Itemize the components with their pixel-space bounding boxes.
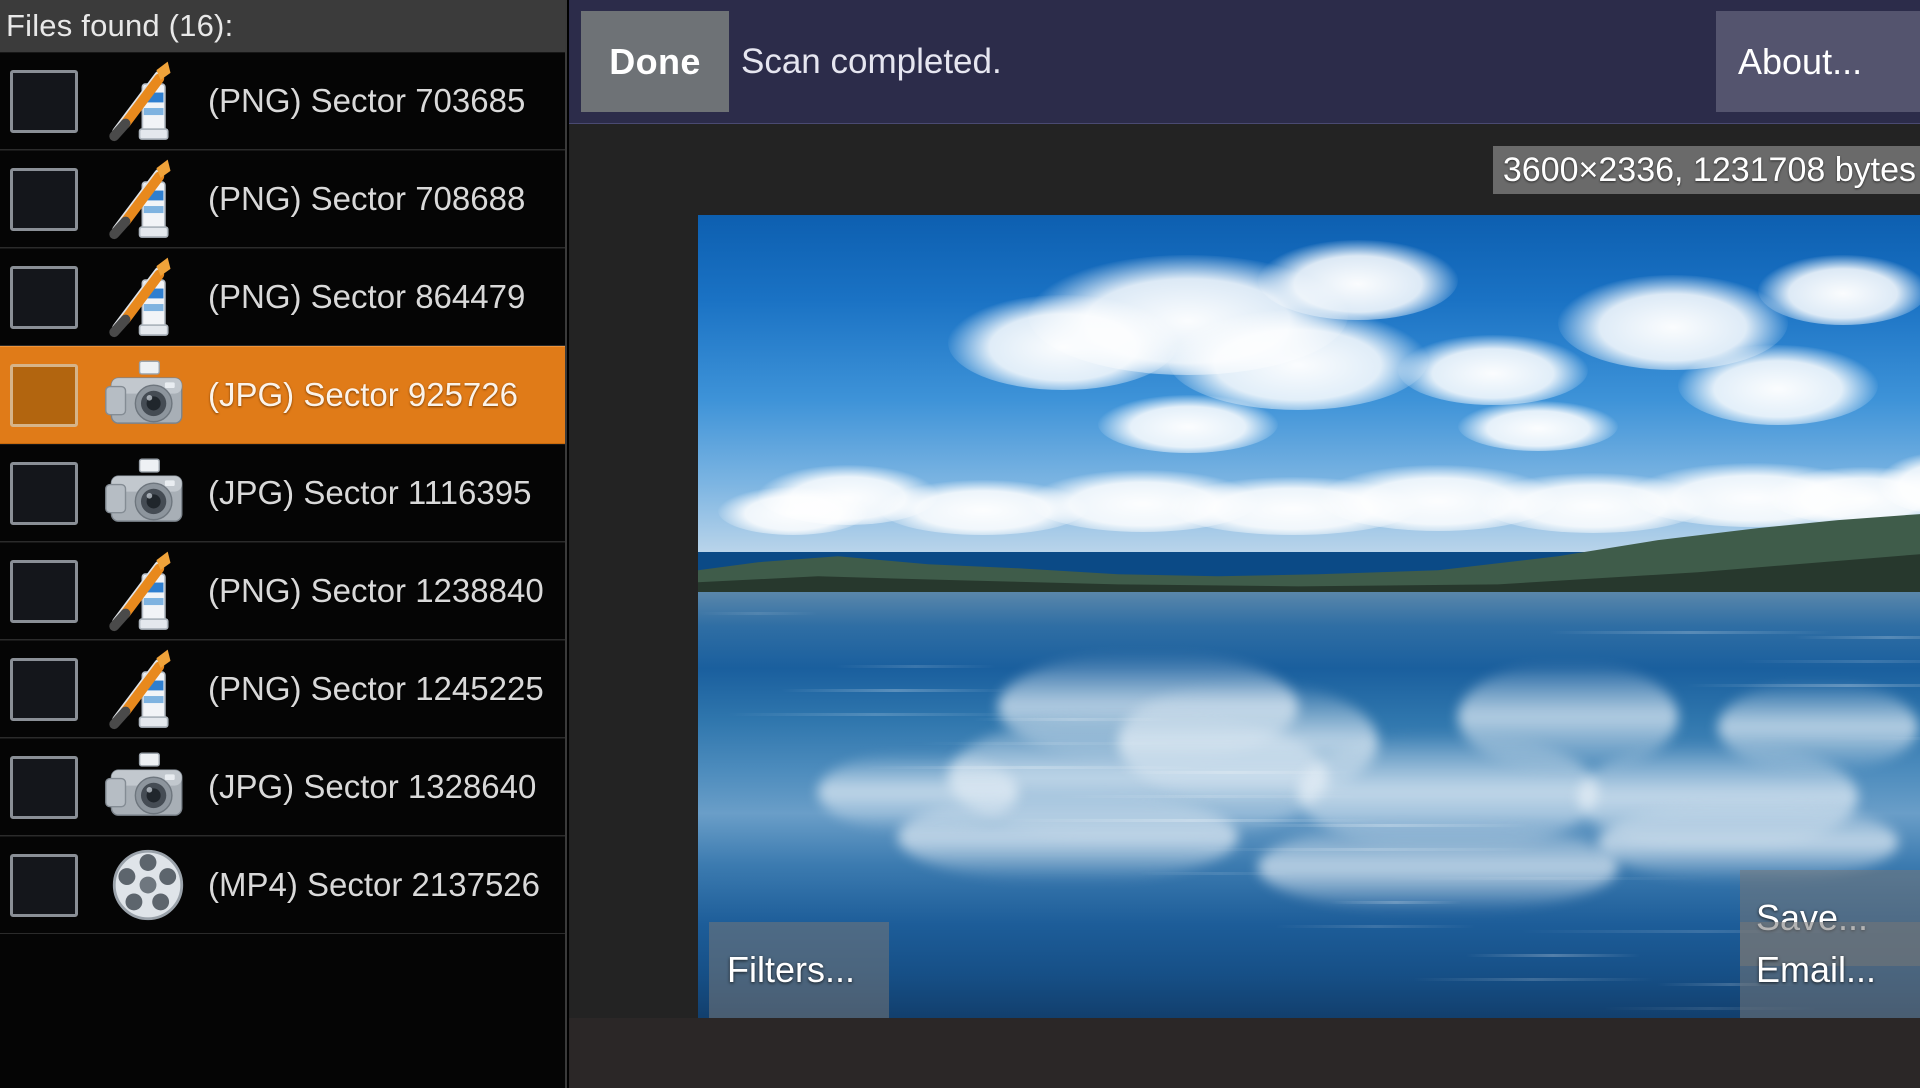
file-checkbox[interactable]: [10, 363, 78, 427]
cloud: [1758, 255, 1920, 325]
file-checkbox[interactable]: [10, 755, 78, 819]
done-button[interactable]: Done: [581, 11, 729, 112]
email-button[interactable]: Email...: [1740, 922, 1920, 1018]
file-label: (PNG) Sector 864479: [208, 278, 526, 315]
reflection: [818, 752, 1018, 833]
water-streak: [864, 766, 1202, 770]
water-streak: [972, 718, 1174, 722]
about-button[interactable]: About...: [1716, 11, 1920, 112]
water-streak: [1138, 872, 1298, 876]
file-label: (JPG) Sector 1328640: [208, 768, 537, 805]
png-file-icon: [100, 546, 196, 636]
file-label: (MP4) Sector 2137526: [208, 866, 541, 903]
hills-silhouette: [698, 514, 1920, 601]
file-list-item[interactable]: (PNG) Sector 864479: [0, 248, 565, 346]
water-streak: [918, 742, 1188, 746]
cloud: [1678, 345, 1878, 425]
app-window: Files found (16): (PNG) Sector 703685 (PN…: [0, 0, 1920, 1088]
scan-status-text: Scan completed.: [741, 42, 1002, 81]
file-checkbox[interactable]: [10, 461, 78, 525]
png-file-icon: [100, 56, 196, 146]
file-label: (PNG) Sector 1245225: [208, 670, 544, 707]
water-streak: [1412, 978, 1654, 982]
water-streak: [1383, 877, 1708, 881]
water-streak: [1246, 824, 1530, 828]
file-checkbox[interactable]: [10, 69, 78, 133]
top-toolbar: Done Scan completed. About...: [569, 0, 1920, 124]
file-checkbox[interactable]: [10, 657, 78, 721]
files-found-header: Files found (16):: [0, 0, 565, 52]
cloud: [948, 295, 1178, 390]
water-streak: [727, 713, 1024, 717]
cloud: [1258, 240, 1458, 320]
water-streak: [1192, 848, 1544, 852]
file-list-item[interactable]: (PNG) Sector 708688: [0, 150, 565, 248]
preview-panel: Done Scan completed. About... 3600×2336,…: [569, 0, 1920, 1088]
water-streak: [698, 612, 818, 616]
png-file-icon: [100, 644, 196, 734]
jpg-camera-icon: [100, 350, 196, 440]
water-streak: [1794, 636, 1920, 640]
water-streak: [1275, 925, 1476, 929]
reflection: [1718, 682, 1918, 773]
file-checkbox[interactable]: [10, 853, 78, 917]
file-list-item[interactable]: (JPG) Sector 1116395: [0, 444, 565, 542]
water-streak: [1549, 631, 1832, 635]
image-preview[interactable]: Filters... Save... Email...: [698, 215, 1920, 1018]
file-list-item[interactable]: (JPG) Sector 1328640: [0, 738, 565, 836]
png-file-icon: [100, 252, 196, 342]
file-list-item[interactable]: (JPG) Sector 925726: [0, 346, 565, 444]
water-streak: [1055, 795, 1366, 799]
png-file-icon: [100, 154, 196, 244]
file-checkbox[interactable]: [10, 167, 78, 231]
water-streak: [1740, 660, 1920, 664]
water-streak: [781, 689, 1010, 693]
water-streak: [1466, 954, 1640, 958]
file-list-item[interactable]: (MP4) Sector 2137526: [0, 836, 565, 934]
filters-button[interactable]: Filters...: [709, 922, 889, 1018]
water-streak: [1823, 737, 1920, 741]
water-streak: [1329, 901, 1462, 905]
file-label: (JPG) Sector 925726: [208, 376, 518, 413]
water-streak: [835, 665, 996, 669]
panel-footer: [569, 1018, 1920, 1088]
file-label: (PNG) Sector 1238840: [208, 572, 544, 609]
file-label: (JPG) Sector 1116395: [208, 474, 532, 511]
file-checkbox[interactable]: [10, 265, 78, 329]
file-list-item[interactable]: (PNG) Sector 1245225: [0, 640, 565, 738]
cloud: [1098, 395, 1278, 453]
jpg-camera-icon: [100, 742, 196, 832]
image-info-badge: 3600×2336, 1231708 bytes: [1492, 146, 1920, 194]
cloud: [1398, 335, 1588, 405]
reflection: [1258, 822, 1618, 913]
file-list[interactable]: (PNG) Sector 703685 (PNG) Sector 708688 (P…: [0, 52, 565, 934]
file-list-item[interactable]: (PNG) Sector 703685: [0, 52, 565, 150]
file-label: (PNG) Sector 708688: [208, 180, 526, 217]
file-list-item[interactable]: (PNG) Sector 1238840: [0, 542, 565, 640]
mp4-film-icon: [100, 840, 196, 930]
files-sidebar: Files found (16): (PNG) Sector 703685 (PN…: [0, 0, 567, 1088]
jpg-camera-icon: [100, 448, 196, 538]
cloud: [1458, 401, 1618, 451]
water-streak: [1001, 819, 1380, 823]
file-checkbox[interactable]: [10, 559, 78, 623]
file-label: (PNG) Sector 703685: [208, 82, 526, 119]
water-streak: [1686, 684, 1920, 688]
water-streak: [1109, 771, 1352, 775]
